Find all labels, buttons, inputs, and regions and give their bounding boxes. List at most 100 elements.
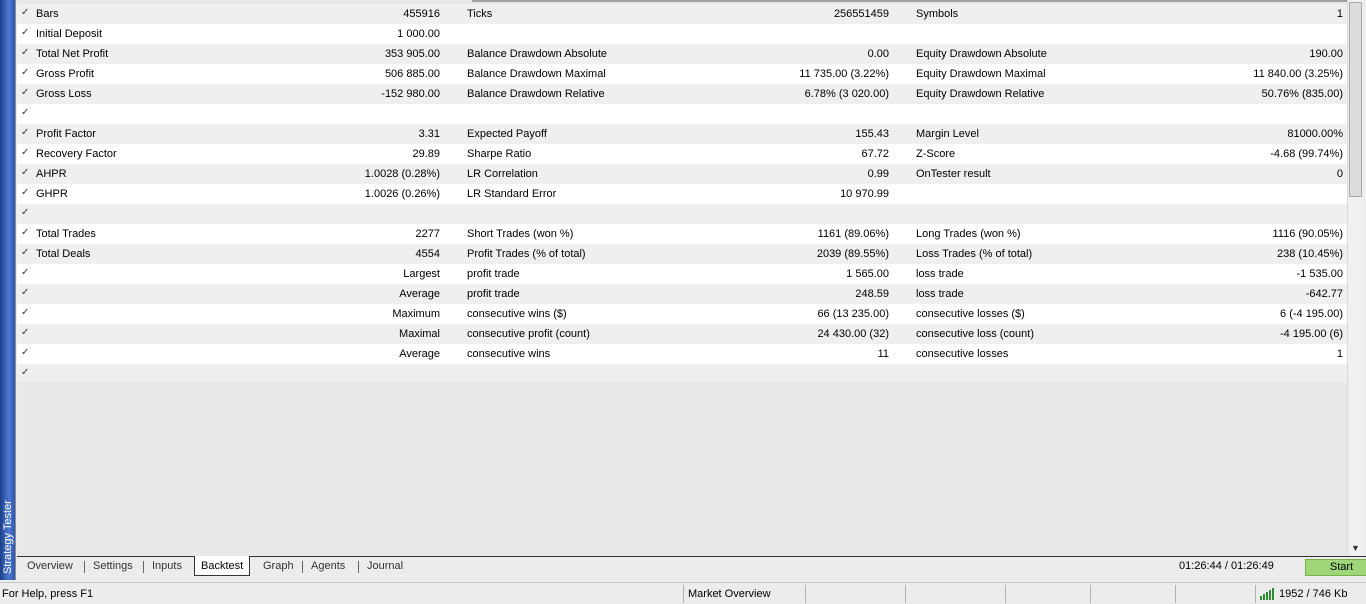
- row-check-icon[interactable]: ✓: [21, 307, 29, 318]
- report-value-col2: 0.99: [867, 168, 889, 180]
- report-value-col1: Maximum: [392, 308, 440, 320]
- start-button[interactable]: Start: [1305, 559, 1366, 576]
- status-separator: [805, 585, 806, 603]
- report-value-col3: 81000.00%: [1287, 128, 1343, 140]
- report-row: ✓ Gross Profit 506 885.00 Balance Drawdown …: [17, 64, 1347, 84]
- scroll-down-arrow-icon[interactable]: ▼: [1351, 543, 1360, 553]
- report-value-col3: 238 (10.45%): [1276, 248, 1343, 260]
- row-check-icon[interactable]: ✓: [21, 327, 29, 338]
- report-value-col2: 155.43: [855, 128, 889, 140]
- status-separator: [1090, 585, 1091, 603]
- report-label-col2: Balance Drawdown Absolute: [467, 48, 608, 60]
- tab-graph[interactable]: Graph: [257, 558, 300, 576]
- row-check-icon[interactable]: ✓: [21, 287, 29, 298]
- row-check-icon[interactable]: ✓: [21, 107, 29, 118]
- row-check-icon[interactable]: ✓: [21, 207, 29, 218]
- report-value-col3: 1: [1336, 8, 1343, 20]
- report-row: ✓ Average profit trade 248.59 loss trade -642…: [17, 284, 1347, 304]
- strategy-tester-side-panel: Strategy Tester: [0, 0, 16, 580]
- status-bar: For Help, press F1 Market Overview 1952 …: [0, 582, 1366, 604]
- report-label-col3: consecutive losses: [916, 348, 1009, 360]
- report-label-col2: Short Trades (won %): [467, 228, 574, 240]
- report-value-col3: 11 840.00 (3.25%): [1253, 68, 1343, 80]
- report-vertical-scrollbar[interactable]: ▼: [1347, 0, 1363, 556]
- row-check-icon[interactable]: ✓: [21, 27, 29, 38]
- report-label-col1: Bars: [36, 8, 59, 20]
- report-label-col1: Total Trades: [36, 228, 96, 240]
- report-value-col1: 29.89: [412, 148, 440, 160]
- report-value-col2: 67.72: [861, 148, 889, 160]
- row-check-icon[interactable]: ✓: [21, 67, 29, 78]
- report-label-col2: consecutive profit (count): [467, 328, 590, 340]
- report-value-col1: 353 905.00: [384, 48, 440, 60]
- report-label-col2: Expected Payoff: [467, 128, 547, 140]
- row-check-icon[interactable]: ✓: [21, 47, 29, 58]
- tab-overview[interactable]: Overview: [21, 558, 79, 576]
- report-value-col2: 10 970.99: [840, 188, 889, 200]
- row-check-icon[interactable]: ✓: [21, 347, 29, 358]
- report-empty-area: [17, 382, 1347, 556]
- tab-journal[interactable]: Journal: [361, 558, 409, 576]
- report-value-col1: 1.0028 (0.28%): [364, 168, 440, 180]
- report-label-col3: OnTester result: [916, 168, 991, 180]
- report-value-col2: 256551459: [833, 8, 889, 20]
- report-label-col3: Loss Trades (% of total): [916, 248, 1033, 260]
- row-check-icon[interactable]: ✓: [21, 227, 29, 238]
- report-label-col2: Profit Trades (% of total): [467, 248, 586, 260]
- row-check-icon[interactable]: ✓: [21, 7, 29, 18]
- report-label-col1: Gross Profit: [36, 68, 95, 80]
- report-value-col1: 2277: [415, 228, 440, 240]
- status-separator: [683, 585, 684, 603]
- report-value-col3: -642.77: [1305, 288, 1343, 300]
- row-check-icon[interactable]: ✓: [21, 267, 29, 278]
- report-row: ✓ Profit Factor 3.31 Expected Payoff 155.43 M…: [17, 124, 1347, 144]
- tab-separator: [84, 561, 85, 573]
- tab-settings[interactable]: Settings: [87, 558, 139, 576]
- report-value-col1: 1.0026 (0.26%): [364, 188, 440, 200]
- row-check-icon[interactable]: ✓: [21, 247, 29, 258]
- row-check-icon[interactable]: ✓: [21, 127, 29, 138]
- report-value-col2: 1 565.00: [846, 268, 889, 280]
- report-value-col3: 1116 (90.05%): [1272, 228, 1343, 240]
- report-label-col3: loss trade: [916, 268, 964, 280]
- report-label-col1: Total Net Profit: [36, 48, 109, 60]
- report-label-col2: Balance Drawdown Maximal: [467, 68, 606, 80]
- report-label-col3: Equity Drawdown Absolute: [916, 48, 1047, 60]
- tab-inputs[interactable]: Inputs: [146, 558, 188, 576]
- report-row: ✓ Maximum consecutive wins ($) 66 (13 235.0…: [17, 304, 1347, 324]
- report-label-col3: loss trade: [916, 288, 964, 300]
- report-value-col2: 248.59: [855, 288, 889, 300]
- report-label-col1: AHPR: [36, 168, 67, 180]
- report-label-col3: Symbols: [916, 8, 959, 20]
- report-value-col1: Average: [399, 288, 440, 300]
- report-row: ✓ Average consecutive wins 11 consecutive lo…: [17, 344, 1347, 364]
- tab-separator: [302, 561, 303, 573]
- report-value-col3: -4 195.00 (6): [1280, 328, 1343, 340]
- tab-separator: [143, 561, 144, 573]
- report-value-col3: 6 (-4 195.00): [1280, 308, 1343, 320]
- status-separator: [1255, 585, 1256, 603]
- report-label-col3: consecutive loss (count): [916, 328, 1034, 340]
- status-separator: [1005, 585, 1006, 603]
- row-check-icon[interactable]: ✓: [21, 87, 29, 98]
- report-label-col3: Z-Score: [916, 148, 956, 160]
- report-label-col3: Margin Level: [916, 128, 979, 140]
- row-check-icon[interactable]: ✓: [21, 367, 29, 378]
- row-check-icon[interactable]: ✓: [21, 187, 29, 198]
- report-value-col1: Maximal: [399, 328, 440, 340]
- row-check-icon[interactable]: ✓: [21, 147, 29, 158]
- report-value-col2: 66 (13 235.00): [817, 308, 889, 320]
- report-value-col3: 190.00: [1309, 48, 1343, 60]
- report-value-col2: 1161 (89.06%): [817, 228, 889, 240]
- tab-agents[interactable]: Agents: [305, 558, 351, 576]
- tester-tab-bar: Overview Settings Inputs Backtest Graph Agent…: [17, 556, 1366, 577]
- report-label-col2: LR Correlation: [467, 168, 538, 180]
- help-hint: For Help, press F1: [2, 588, 94, 600]
- tab-backtest[interactable]: Backtest: [194, 556, 251, 576]
- scrollbar-thumb[interactable]: [1349, 2, 1362, 197]
- report-value-col1: 455916: [403, 8, 440, 20]
- row-check-icon[interactable]: ✓: [21, 167, 29, 178]
- report-value-col2: 24 430.00 (32): [817, 328, 889, 340]
- report-row: ✓ Gross Loss -152 980.00 Balance Drawdown R…: [17, 84, 1347, 104]
- traffic-counter: 1952 / 746 Kb: [1279, 588, 1348, 600]
